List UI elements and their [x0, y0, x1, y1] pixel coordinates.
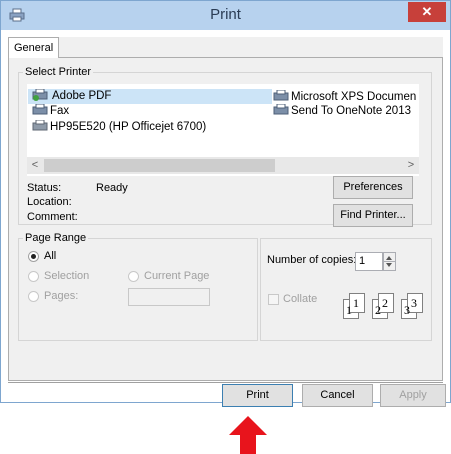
- radio-pages-label: Pages:: [44, 290, 79, 302]
- collate-number: 2: [382, 296, 388, 310]
- collate-label: Collate: [283, 293, 318, 305]
- radio-current-page[interactable]: [128, 271, 139, 282]
- scroll-right-icon[interactable]: >: [403, 157, 419, 174]
- radio-selection[interactable]: [28, 271, 39, 282]
- printer-item-fax[interactable]: Fax: [32, 104, 69, 118]
- printer-name: Adobe PDF: [50, 90, 114, 102]
- horizontal-scrollbar[interactable]: < >: [27, 157, 419, 174]
- printer-item-adobe-pdf[interactable]: Adobe PDF: [32, 89, 114, 103]
- page-range-group: Page Range All Selection Current Page Pa…: [18, 232, 258, 341]
- print-dialog: Print ✕ General Select Printer Adobe PDF: [0, 0, 451, 407]
- preferences-button[interactable]: Preferences: [333, 176, 413, 199]
- tab-general[interactable]: General: [8, 37, 60, 58]
- scrollbar-thumb[interactable]: [44, 159, 275, 172]
- copies-stepper[interactable]: [383, 252, 396, 271]
- printer-name: Send To OneNote 2013: [291, 105, 411, 117]
- red-arrow-up-icon: [229, 416, 267, 454]
- status-value: Ready: [96, 182, 128, 194]
- fax-printer-icon: [32, 104, 48, 115]
- radio-selection-label: Selection: [44, 270, 90, 282]
- select-printer-group: Select Printer Adobe PDF Fax HP95E520 (H…: [18, 66, 432, 227]
- collate-checkbox[interactable]: [268, 294, 279, 305]
- print-button[interactable]: Print: [222, 384, 293, 407]
- status-label: Status:: [27, 182, 62, 194]
- spinner-divider: [384, 261, 395, 262]
- printer-item-microsoft-xps[interactable]: Microsoft XPS Documen: [273, 90, 416, 104]
- general-panel: Select Printer Adobe PDF Fax HP95E520 (H…: [8, 57, 443, 381]
- copies-group: Number of copies: 1 Collate 1 1 2 2 3 3: [260, 238, 432, 341]
- pages-input[interactable]: [128, 288, 210, 306]
- window-title: Print: [210, 6, 241, 23]
- printer-name: HP95E520 (HP Officejet 6700): [50, 121, 207, 133]
- printer-name: Fax: [50, 105, 70, 117]
- radio-pages[interactable]: [28, 291, 39, 302]
- title-bar[interactable]: Print ✕: [1, 1, 450, 30]
- printer-icon: [273, 90, 289, 101]
- collate-number: 2: [375, 303, 381, 317]
- collate-number: 3: [411, 296, 417, 310]
- cancel-button[interactable]: Cancel: [302, 384, 373, 407]
- page-range-legend: Page Range: [25, 232, 87, 244]
- close-button[interactable]: ✕: [408, 2, 446, 22]
- comment-label: Comment:: [27, 211, 78, 223]
- printer-item-onenote[interactable]: Send To OneNote 2013: [273, 104, 411, 118]
- printer-item-hp[interactable]: HP95E520 (HP Officejet 6700): [32, 120, 206, 134]
- close-icon: ✕: [421, 4, 433, 19]
- printer-name: Microsoft XPS Documen: [291, 91, 417, 103]
- radio-current-page-label: Current Page: [144, 270, 210, 282]
- collate-number: 1: [353, 296, 359, 310]
- copies-label: Number of copies:: [267, 254, 357, 266]
- copies-input[interactable]: 1: [355, 252, 383, 271]
- footer-divider: [8, 382, 443, 383]
- collate-number: 1: [346, 303, 352, 317]
- find-printer-button[interactable]: Find Printer...: [333, 204, 413, 227]
- spin-down-icon[interactable]: [386, 263, 392, 267]
- dialog-body: General Select Printer Adobe PDF Fax HP9…: [8, 37, 443, 381]
- printer-icon: [273, 104, 289, 115]
- pdf-printer-icon: [32, 89, 48, 101]
- radio-all[interactable]: [28, 251, 39, 262]
- printer-icon: [32, 120, 48, 131]
- apply-button[interactable]: Apply: [380, 384, 446, 407]
- collate-number: 3: [404, 303, 410, 317]
- spin-up-icon[interactable]: [386, 256, 392, 260]
- select-printer-legend: Select Printer: [25, 66, 92, 78]
- radio-all-label: All: [44, 250, 57, 262]
- scroll-left-icon[interactable]: <: [27, 157, 43, 174]
- printer-list[interactable]: Adobe PDF Fax HP95E520 (HP Officejet 670…: [27, 84, 419, 176]
- location-label: Location:: [27, 196, 72, 208]
